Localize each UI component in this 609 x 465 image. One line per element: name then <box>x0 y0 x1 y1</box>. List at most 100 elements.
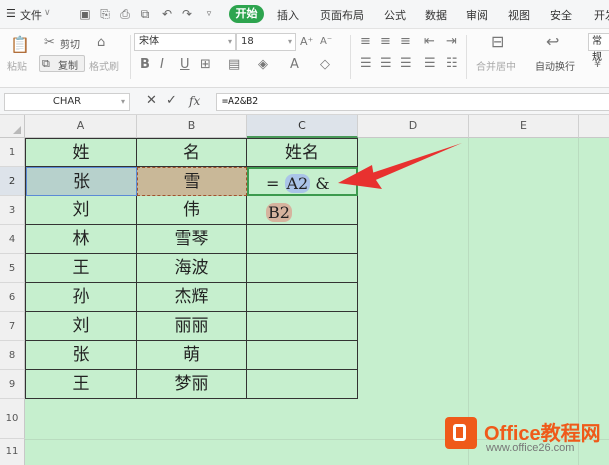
cell-b2[interactable]: 雪 <box>137 167 247 196</box>
print-icon[interactable]: ⎙ <box>118 7 132 21</box>
row-header-3[interactable]: 3 <box>0 196 25 225</box>
tab-insert[interactable]: 插入 <box>277 7 299 23</box>
merge-cells-icon[interactable]: ⊟ <box>491 34 504 50</box>
align-top-icon[interactable]: ≡ <box>360 35 371 49</box>
paste-icon[interactable]: 📋 <box>10 37 30 53</box>
indent-increase-icon[interactable]: ⇥ <box>446 35 457 49</box>
wrap-text-button[interactable]: 自动换行 <box>535 58 575 73</box>
paste-button[interactable]: 粘贴 <box>7 58 27 73</box>
undo-icon[interactable]: ↶ <box>160 7 174 21</box>
confirm-icon[interactable]: ✓ <box>166 94 177 108</box>
table-cell[interactable] <box>247 341 358 370</box>
hamburger-menu-icon[interactable]: ☰ <box>6 7 16 20</box>
name-box[interactable]: CHAR ▾ <box>4 93 130 111</box>
row-header-6[interactable]: 6 <box>0 283 25 312</box>
tab-data[interactable]: 数据 <box>425 7 447 23</box>
decrease-font-icon[interactable]: A⁻ <box>320 35 332 49</box>
increase-font-icon[interactable]: A⁺ <box>300 35 313 49</box>
save-icon[interactable]: ▣ <box>78 7 92 21</box>
number-format-select[interactable]: 常规 <box>588 33 609 63</box>
format-painter-icon[interactable]: ⌂ <box>97 36 105 50</box>
tab-review[interactable]: 审阅 <box>466 7 488 23</box>
select-all-corner[interactable] <box>0 115 25 138</box>
table-cell[interactable]: 张 <box>26 341 137 370</box>
cut-button[interactable]: 剪切 <box>60 36 80 51</box>
table-cell[interactable] <box>247 283 358 312</box>
cell-style-icon[interactable]: ▤ <box>228 58 240 72</box>
table-cell[interactable]: 杰辉 <box>137 283 247 312</box>
table-cell[interactable] <box>247 254 358 283</box>
row-header-8[interactable]: 8 <box>0 341 25 370</box>
table-cell[interactable]: 刘 <box>26 312 137 341</box>
align-center-icon[interactable]: ☰ <box>380 57 392 71</box>
table-cell[interactable]: 丽丽 <box>137 312 247 341</box>
table-cell[interactable]: 刘 <box>26 196 137 225</box>
table-cell[interactable]: 孙 <box>26 283 137 312</box>
row-header-11[interactable]: 11 <box>0 439 25 465</box>
clear-format-icon[interactable]: ◇ <box>320 58 330 72</box>
chevron-down-icon[interactable]: ∨ <box>44 8 51 18</box>
column-header-e[interactable]: E <box>469 115 579 138</box>
cell-a2[interactable]: 张 <box>26 167 137 196</box>
align-left-icon[interactable]: ☰ <box>360 57 372 71</box>
column-header-f[interactable] <box>579 115 609 138</box>
format-painter-button[interactable]: 格式刷 <box>89 58 119 73</box>
customize-dropdown-icon[interactable]: ▿ <box>202 7 216 21</box>
header-cell-given-name[interactable]: 名 <box>137 139 247 167</box>
row-header-10[interactable]: 10 <box>0 399 25 439</box>
column-header-b[interactable]: B <box>137 115 247 138</box>
table-cell[interactable]: 梦丽 <box>137 370 247 399</box>
scissors-icon[interactable]: ✂ <box>44 36 55 50</box>
align-bottom-icon[interactable]: ≡ <box>400 35 411 49</box>
currency-icon[interactable]: ¥ <box>594 57 601 71</box>
wrap-text-icon[interactable]: ↩ <box>546 34 559 50</box>
distribute-icon[interactable]: ☷ <box>446 57 458 71</box>
table-cell[interactable]: 萌 <box>137 341 247 370</box>
indent-decrease-icon[interactable]: ⇤ <box>424 35 435 49</box>
table-cell[interactable] <box>247 225 358 254</box>
row-header-2[interactable]: 2 <box>0 167 25 196</box>
font-name-select[interactable]: 宋体 ▾ <box>134 33 236 51</box>
table-cell[interactable]: 雪琴 <box>137 225 247 254</box>
row-header-9[interactable]: 9 <box>0 370 25 399</box>
redo-icon[interactable]: ↷ <box>180 7 194 21</box>
row-header-1[interactable]: 1 <box>0 138 25 167</box>
align-middle-icon[interactable]: ≡ <box>380 35 391 49</box>
table-cell[interactable]: 王 <box>26 254 137 283</box>
justify-icon[interactable]: ☰ <box>424 57 436 71</box>
underline-icon[interactable]: U <box>180 58 190 72</box>
table-cell[interactable] <box>247 370 358 399</box>
tab-security[interactable]: 安全 <box>550 7 572 23</box>
table-cell[interactable]: 海波 <box>137 254 247 283</box>
font-size-select[interactable]: 18 ▾ <box>236 33 296 51</box>
font-color-icon[interactable]: A <box>290 58 299 72</box>
table-cell[interactable] <box>247 312 358 341</box>
fill-color-icon[interactable]: ◈ <box>258 58 268 72</box>
tab-home[interactable]: 开始 <box>229 5 264 23</box>
row-header-5[interactable]: 5 <box>0 254 25 283</box>
row-header-4[interactable]: 4 <box>0 225 25 254</box>
copy-button[interactable]: 复制 <box>58 57 78 72</box>
insert-function-button[interactable]: fx <box>189 94 200 108</box>
print-preview-icon[interactable]: ⧉ <box>138 7 152 21</box>
borders-icon[interactable]: ⊞ <box>200 58 211 72</box>
merge-center-button[interactable]: 合并居中 <box>476 58 516 73</box>
tab-view[interactable]: 视图 <box>508 7 530 23</box>
bold-icon[interactable]: B <box>140 58 150 72</box>
cancel-icon[interactable]: ✕ <box>146 94 157 108</box>
column-header-a[interactable]: A <box>25 115 137 138</box>
table-cell[interactable] <box>247 196 358 225</box>
align-right-icon[interactable]: ☰ <box>400 57 412 71</box>
tab-developer[interactable]: 开发 <box>594 7 609 23</box>
formula-input[interactable]: =A2&B2 <box>216 93 609 111</box>
table-cell[interactable]: 王 <box>26 370 137 399</box>
table-cell[interactable]: 伟 <box>137 196 247 225</box>
row-header-7[interactable]: 7 <box>0 312 25 341</box>
file-menu[interactable]: 文件 <box>20 7 42 23</box>
tab-page-layout[interactable]: 页面布局 <box>320 7 364 23</box>
table-cell[interactable]: 林 <box>26 225 137 254</box>
export-icon[interactable]: ⎘ <box>98 7 112 21</box>
italic-icon[interactable]: I <box>160 58 164 72</box>
header-cell-surname[interactable]: 姓 <box>26 139 137 167</box>
tab-formulas[interactable]: 公式 <box>384 7 406 23</box>
